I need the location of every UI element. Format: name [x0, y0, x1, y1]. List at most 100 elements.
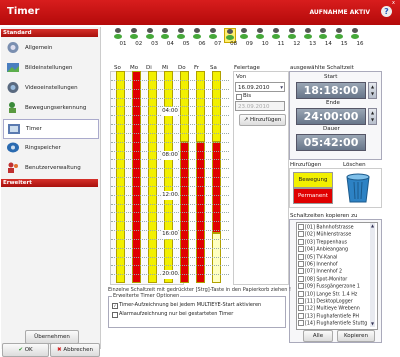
list-item-label: [02] Mühlenstrasse [305, 232, 352, 238]
list-item-checkbox[interactable] [298, 320, 304, 327]
sidebar-item-allgemein[interactable]: Allgemein [3, 39, 97, 57]
bis-checkbox[interactable] [236, 94, 242, 100]
option1-checkbox[interactable]: ✓ [112, 303, 118, 309]
cancel-button[interactable]: ✖ Abbrechen [50, 343, 100, 357]
camera-row-icon[interactable] [113, 28, 123, 41]
camera-row-icon[interactable] [255, 28, 265, 41]
camera-list-item[interactable]: [04] Anbieangang [298, 246, 372, 254]
light-icon [130, 28, 137, 33]
copy-button[interactable]: Kopieren [337, 330, 375, 342]
camera-list-item[interactable]: [03] Treppenhaus [298, 238, 372, 247]
camera-row-number[interactable]: 09 [243, 41, 255, 47]
camera-row-number[interactable]: 07 [212, 41, 224, 47]
bewegung-tile[interactable]: Bewegung [293, 172, 333, 188]
trash-icon[interactable] [345, 172, 371, 203]
camera-row-icon[interactable] [145, 28, 155, 41]
help-icon[interactable]: ? [381, 6, 392, 17]
close-icon[interactable]: x [392, 1, 397, 6]
light-icon [288, 28, 295, 33]
camera-row-number[interactable]: 10 [259, 41, 271, 47]
list-item-checkbox[interactable] [298, 298, 304, 304]
bis-date-field[interactable]: 23.09.2010 [235, 101, 285, 111]
camera-list-item[interactable]: [09] Fussgängerzone 1 [298, 283, 372, 291]
camera-row-icon[interactable] [192, 28, 202, 41]
camera-row-icon[interactable] [318, 28, 328, 41]
scroll-down-icon[interactable]: ▼ [370, 321, 375, 327]
light-icon [146, 28, 153, 33]
camera-list-item[interactable]: [02] Mühlenstrasse [298, 231, 372, 239]
list-item-checkbox[interactable] [298, 290, 304, 297]
list-item-checkbox[interactable] [298, 305, 304, 312]
list-item-checkbox[interactable] [298, 224, 304, 230]
list-item-checkbox[interactable] [298, 246, 304, 253]
camera-list-item[interactable]: [11] DesktopLogger [298, 298, 372, 306]
camera-list-item[interactable]: [07] Innenhof 2 [298, 268, 372, 276]
option2-checkbox[interactable] [112, 312, 118, 318]
end-spinner[interactable]: ▲ ▼ [368, 108, 377, 125]
sidebar-item-bildeinstellungen[interactable]: Bildeinstellungen [3, 59, 97, 77]
list-item-checkbox[interactable] [298, 312, 304, 319]
camera-row-icon[interactable] [350, 28, 360, 41]
sidebar-item-benutzerverwaltung[interactable]: Benutzerverwaltung [3, 159, 97, 177]
end-time-field[interactable]: 24:00:00 [296, 108, 366, 125]
sidebar-item-videoeinstellungen[interactable]: Videoeinstellungen [3, 79, 97, 97]
camera-row-icon[interactable] [160, 28, 170, 41]
camera-row-number[interactable]: 03 [149, 41, 161, 47]
camera-list-item[interactable]: [14] Flughafentiefe Stuttg [298, 320, 372, 328]
camera-row-icon[interactable] [271, 28, 281, 41]
sidebar-item-timer[interactable]: Timer [3, 119, 99, 139]
camera-row-number[interactable]: 02 [133, 41, 145, 47]
add-icon: ↗ [243, 117, 249, 123]
feiertag-add-button[interactable]: ↗ Hinzufügen [239, 114, 286, 126]
list-scrollbar[interactable]: ▲ ▼ [370, 223, 375, 327]
camera-row-number[interactable]: 01 [117, 41, 129, 47]
camera-row-icon[interactable] [334, 28, 344, 41]
camera-row-number[interactable]: 08 [228, 41, 240, 47]
camera-row-icon[interactable] [129, 28, 139, 41]
start-spinner[interactable]: ▲ ▼ [368, 82, 377, 99]
scroll-up-icon[interactable]: ▲ [370, 223, 375, 229]
von-date-field[interactable]: 16.09.2010 ▾ [235, 82, 285, 92]
camera-list-item[interactable]: [01] Bahnhofstrasse [298, 224, 372, 232]
camera-row-number[interactable]: 15 [338, 41, 350, 47]
select-all-button[interactable]: Alle [303, 330, 333, 342]
ok-label: OK [24, 347, 33, 353]
camera-list-item[interactable]: [10] Lange Str. 1.4 Hz [298, 290, 372, 299]
list-item-checkbox[interactable] [298, 283, 304, 290]
camera-row-number[interactable]: 13 [307, 41, 319, 47]
list-item-checkbox[interactable] [298, 261, 304, 267]
camera-row-number[interactable]: 16 [354, 41, 366, 47]
camera-list-item[interactable]: [08] Spot-Monitor [298, 275, 372, 284]
camera-row-number[interactable]: 06 [196, 41, 208, 47]
camera-row-icon[interactable] [208, 28, 218, 41]
list-item-checkbox[interactable] [298, 231, 304, 238]
camera-row-icon[interactable] [287, 28, 297, 41]
permanent-tile[interactable]: Permanent [293, 188, 333, 204]
list-item-checkbox[interactable] [298, 275, 304, 282]
list-item-checkbox[interactable] [298, 253, 304, 260]
schedule-block[interactable] [212, 141, 221, 233]
camera-row-number[interactable]: 11 [275, 41, 287, 47]
section-erweitert[interactable]: Erweitert [1, 179, 98, 187]
section-standard[interactable]: Standard [1, 29, 98, 37]
camera-row-icon[interactable] [303, 28, 313, 41]
camera-row-number[interactable]: 05 [180, 41, 192, 47]
camera-list-item[interactable]: [12] Multieye Wrebenn [298, 305, 372, 313]
camera-row-number[interactable]: 12 [291, 41, 303, 47]
camera-row-icon[interactable] [176, 28, 186, 41]
sidebar-item-ringspeicher[interactable]: Ringspeicher [3, 139, 97, 157]
schedule-block[interactable] [212, 232, 221, 283]
apply-button[interactable]: Übernehmen [25, 330, 79, 344]
camera-row-number[interactable]: 04 [164, 41, 176, 47]
camera-list-item[interactable]: [05] TV-Kanal [298, 253, 372, 262]
start-time-field[interactable]: 18:18:00 [296, 82, 366, 99]
status-led-icon [208, 34, 217, 39]
ok-button[interactable]: ✔ OK [2, 343, 49, 357]
camera-list-item[interactable]: [13] Flughafentiefe PH [298, 312, 372, 321]
sidebar-item-bewegungserkennung[interactable]: Bewegungserkennung [3, 99, 97, 117]
camera-row-number[interactable]: 14 [322, 41, 334, 47]
list-item-checkbox[interactable] [298, 268, 304, 275]
camera-row-icon[interactable] [239, 28, 249, 41]
list-item-checkbox[interactable] [298, 238, 304, 245]
camera-list-item[interactable]: [06] Innenhof [298, 261, 372, 269]
